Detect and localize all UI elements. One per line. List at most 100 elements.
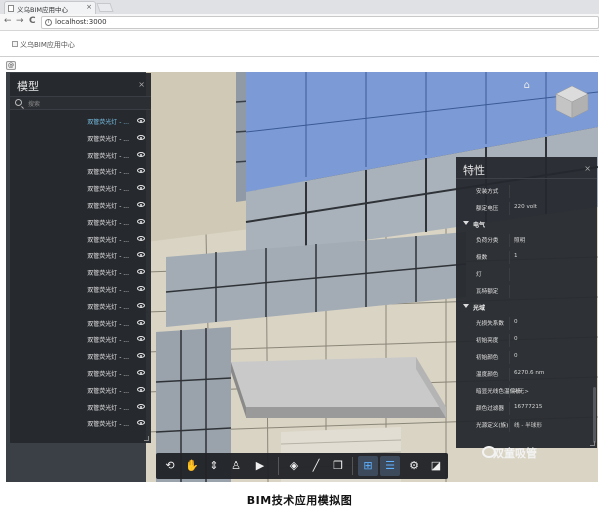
model-browser-button[interactable]: ⊞ xyxy=(358,456,378,476)
model-tree-item[interactable]: 双管荧光灯 - ... xyxy=(10,130,151,147)
collapse-triangle-icon[interactable] xyxy=(463,221,469,225)
section-button[interactable]: ◈ xyxy=(284,456,304,476)
property-key: 额定电压 xyxy=(476,206,499,212)
eye-icon[interactable] xyxy=(137,185,145,191)
property-row[interactable]: 光源定义(族) 线 - 半球形 xyxy=(456,417,597,434)
property-key: 初始亮度 xyxy=(476,338,499,344)
model-tree-item[interactable]: 双管荧光灯 - ... xyxy=(10,214,151,231)
tab-close-icon[interactable]: × xyxy=(86,3,92,11)
model-tree-item[interactable]: 双管荧光灯 - ... xyxy=(10,264,151,281)
property-divider xyxy=(509,185,510,198)
eye-icon[interactable] xyxy=(137,252,145,258)
eye-icon[interactable] xyxy=(137,336,145,342)
model-tree-item[interactable]: 双管荧光灯 - ... xyxy=(10,231,151,248)
model-tree-item[interactable]: 双管荧光灯 - ... xyxy=(10,415,151,432)
model-tree-item[interactable]: 双管荧光灯 - ... xyxy=(10,382,151,399)
model-tree-item[interactable]: 双管荧光灯 - ... xyxy=(10,180,151,197)
model-tree-item[interactable]: 双管荧光灯 - ... xyxy=(10,399,151,416)
eye-icon[interactable] xyxy=(137,403,145,409)
collapse-triangle-icon[interactable] xyxy=(463,304,469,308)
property-row[interactable]: 初始亮度 0 xyxy=(456,332,597,349)
model-tree-item-label: 双管荧光灯 - ... xyxy=(87,236,129,244)
orbit-button[interactable]: ⟲ xyxy=(160,456,180,476)
search-icon xyxy=(15,99,22,106)
eye-icon[interactable] xyxy=(137,235,145,241)
model-tree-item[interactable]: 双管荧光灯 - ... xyxy=(10,298,151,315)
properties-panel-header[interactable]: 特性 × xyxy=(456,157,597,179)
pan-button[interactable]: ✋ xyxy=(182,456,202,476)
model-tree-item-label: 双管荧光灯 - ... xyxy=(87,421,129,429)
eye-icon[interactable] xyxy=(137,218,145,224)
info-icon[interactable]: i xyxy=(45,19,52,26)
dolly-button[interactable]: ⇕ xyxy=(204,456,224,476)
eye-icon[interactable] xyxy=(137,286,145,291)
eye-icon[interactable] xyxy=(137,319,145,325)
property-row[interactable]: 颜色过滤器 16777215 xyxy=(456,400,597,417)
forward-icon[interactable]: → xyxy=(16,16,24,26)
browser-tab[interactable]: 义乌BIM应用中心 × xyxy=(4,1,96,14)
property-row[interactable]: 光损失系数 0 xyxy=(456,315,597,332)
eye-icon[interactable] xyxy=(137,370,145,375)
properties-button[interactable]: ☰ xyxy=(380,456,400,476)
close-icon[interactable]: × xyxy=(584,164,591,173)
model-search-field[interactable]: 搜索 xyxy=(10,96,151,110)
search-placeholder: 搜索 xyxy=(28,101,41,108)
model-tree-item[interactable]: 双管荧光灯 - ... xyxy=(10,113,151,130)
camera-button[interactable]: ▶ xyxy=(250,456,270,476)
property-row[interactable]: 初始颜色 0 xyxy=(456,349,597,366)
eye-icon[interactable] xyxy=(137,302,145,308)
property-row[interactable]: 瓦特额定 xyxy=(456,283,597,300)
model-tree-item[interactable]: 双管荧光灯 - ... xyxy=(10,331,151,348)
home-icon[interactable]: ⌂ xyxy=(524,80,530,91)
fullscreen-button[interactable]: ◪ xyxy=(426,456,446,476)
property-category[interactable]: 光域 xyxy=(456,300,597,315)
eye-icon[interactable] xyxy=(137,134,145,140)
property-row[interactable]: 温度颜色 6270.6 nm xyxy=(456,366,597,383)
model-tree-item[interactable]: 双管荧光灯 - ... xyxy=(10,348,151,365)
back-icon[interactable]: ← xyxy=(4,16,12,26)
model-tree-item[interactable]: 双管荧光灯 - ... xyxy=(10,365,151,382)
page-frame: 义乌BIM应用中心 × ← → C i localhost:3000 义乌BIM… xyxy=(0,0,599,514)
property-row[interactable]: 额定电压 220 volt xyxy=(456,200,597,217)
header-logo: 义乌BIM应用中心 xyxy=(12,40,75,50)
eye-icon[interactable] xyxy=(137,118,145,123)
property-row[interactable]: 安装方式 xyxy=(456,183,597,200)
address-bar[interactable]: i localhost:3000 xyxy=(41,16,599,29)
resize-handle[interactable] xyxy=(144,436,149,441)
properties-scrollbar[interactable] xyxy=(593,387,596,443)
property-row[interactable]: 负荷分类 照明 xyxy=(456,232,597,249)
reload-icon[interactable]: C xyxy=(29,16,36,26)
view-cube-icon[interactable] xyxy=(554,84,590,120)
model-tree-item[interactable]: 双管荧光灯 - ... xyxy=(10,247,151,264)
model-scrollbar[interactable] xyxy=(148,113,151,440)
eye-icon[interactable] xyxy=(137,168,145,174)
property-row[interactable]: 极数 1 xyxy=(456,249,597,266)
eye-icon[interactable] xyxy=(137,269,145,275)
browser-toolbar: ← → C i localhost:3000 xyxy=(0,14,599,31)
header-divider xyxy=(0,56,599,57)
resize-handle[interactable] xyxy=(590,441,595,446)
eye-icon[interactable] xyxy=(137,151,145,157)
model-tree-item[interactable]: 双管荧光灯 - ... xyxy=(10,197,151,214)
measure-button[interactable]: ╱ xyxy=(306,456,326,476)
close-icon[interactable]: × xyxy=(138,80,145,89)
small-toggle-button[interactable]: @ xyxy=(6,61,16,70)
model-tree-item[interactable]: 双管荧光灯 - ... xyxy=(10,163,151,180)
model-tree-item[interactable]: 双管荧光灯 - ... xyxy=(10,315,151,332)
settings-button[interactable]: ⚙ xyxy=(404,456,424,476)
property-category[interactable]: 电气 xyxy=(456,217,597,232)
property-key: 负荷分类 xyxy=(476,238,499,244)
model-tree-item[interactable]: 双管荧光灯 - ... xyxy=(10,281,151,298)
model-tree-item[interactable]: 双管荧光灯 - ... xyxy=(10,147,151,164)
property-row[interactable]: 灯 xyxy=(456,266,597,283)
eye-icon[interactable] xyxy=(137,420,145,426)
new-tab-button[interactable] xyxy=(96,3,114,12)
property-row[interactable]: 暗显光线色温偏移 <无> xyxy=(456,383,597,400)
eye-icon[interactable] xyxy=(137,386,145,392)
eye-icon[interactable] xyxy=(137,202,145,207)
explode-button[interactable]: ❒ xyxy=(328,456,348,476)
property-key: 极数 xyxy=(476,255,488,261)
eye-icon[interactable] xyxy=(137,353,145,359)
browser-tab-bar: 义乌BIM应用中心 × xyxy=(0,0,599,14)
first-person-button[interactable]: ♙ xyxy=(226,456,246,476)
